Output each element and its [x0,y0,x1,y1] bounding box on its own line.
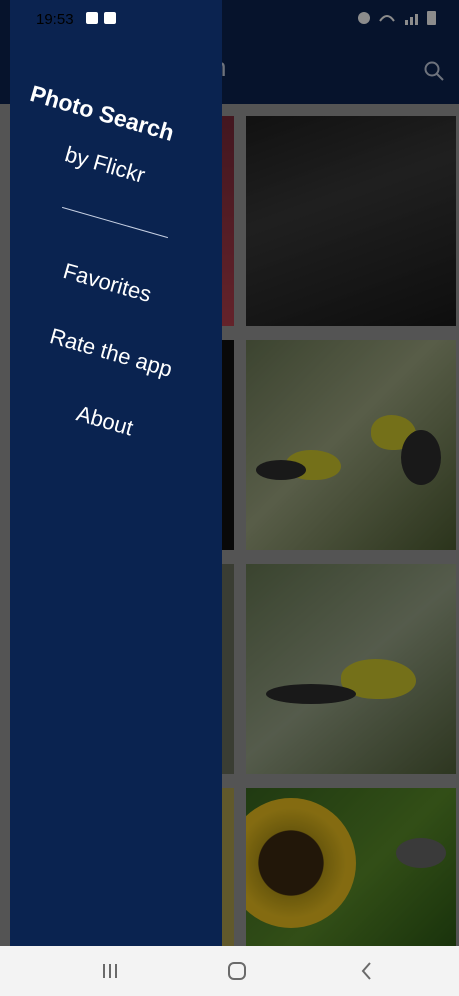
photo-tile[interactable] [246,564,456,774]
home-icon [228,962,246,980]
drawer-divider [61,206,169,239]
gallery-notification-icon [86,12,98,24]
bird-wing [266,684,356,704]
app-notification-icon [104,12,116,24]
drawer-item-rate-the-app[interactable]: Rate the app [47,323,175,383]
bird-wing [401,430,441,485]
drawer-statusbar-area: 19:53 [10,0,222,40]
status-time: 19:53 [36,11,74,28]
drawer-subtitle: by Flickr [62,141,148,188]
hummingbird-image [396,838,446,868]
drawer-content: 19:53 Photo Search by Flickr Favorites R… [10,0,222,946]
back-button[interactable] [352,960,382,982]
bird-wing [256,460,306,480]
photo-tile[interactable] [246,788,456,948]
home-button[interactable] [222,960,252,982]
photo-tile[interactable] [246,340,456,550]
recent-apps-icon [103,964,117,978]
alarm-wifi-signal-battery-icons [358,11,436,25]
back-icon [361,962,371,980]
search-icon[interactable] [423,60,445,82]
drawer-item-favorites[interactable]: Favorites [60,258,154,308]
sunflower-image [246,798,356,928]
status-indicators [355,9,443,30]
photo-tile[interactable] [246,116,456,326]
recent-apps-button[interactable] [95,960,125,982]
system-navigation-bar [0,946,459,996]
drawer-item-about[interactable]: About [74,401,136,442]
navigation-drawer: 19:53 Photo Search by Flickr Favorites R… [10,0,222,946]
drawer-title: Photo Search [27,80,178,146]
